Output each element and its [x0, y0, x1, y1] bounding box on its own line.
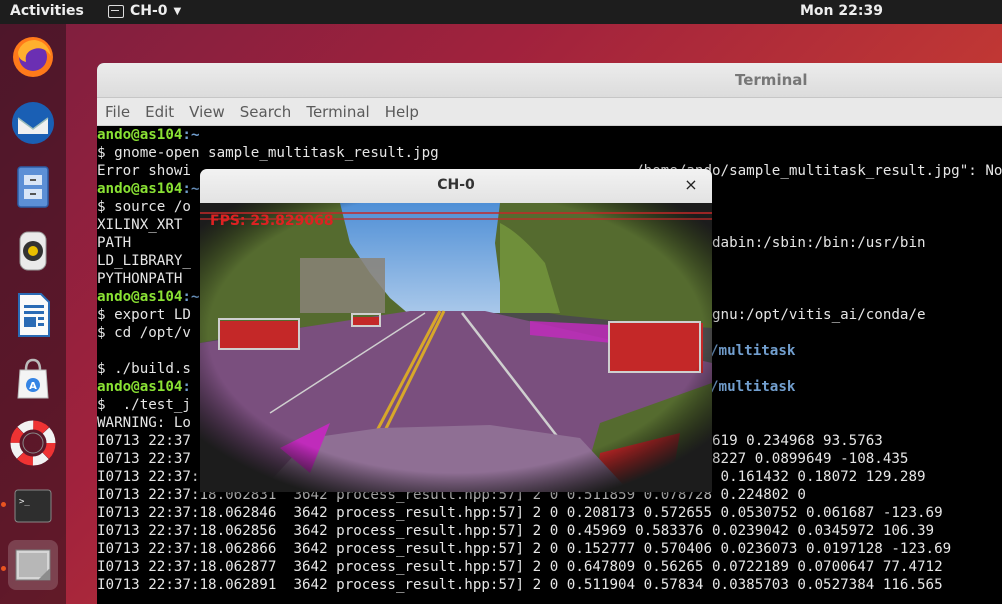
terminal-line: I0713 22:37:18.062877 3642 process_resul…	[97, 558, 1002, 576]
image-viewer-icon[interactable]	[8, 540, 58, 590]
terminal-menubar: File Edit View Search Terminal Help	[97, 98, 1002, 126]
prompt-user-host: ando@as104	[97, 289, 183, 305]
close-icon[interactable]: ×	[682, 175, 700, 195]
line-text: I0713 22:37:18.062856 3642 process_resul…	[97, 523, 935, 539]
fps-label: FPS: 23.829068	[210, 213, 334, 229]
terminal-line: ando@as104:~	[97, 126, 1002, 144]
terminal-icon[interactable]: >_	[8, 482, 58, 532]
terminal-line: I0713 22:37:18.062846 3642 process_resul…	[97, 504, 1002, 522]
prompt-path: :~	[182, 289, 200, 305]
line-text: $ source /o	[97, 199, 191, 215]
menu-help[interactable]: Help	[385, 103, 419, 121]
prompt-user-host: ando@as104	[97, 181, 183, 197]
svg-text:>_: >_	[19, 497, 30, 507]
chevron-down-icon: ▼	[173, 5, 182, 17]
terminal-line: I0713 22:37:18.062856 3642 process_resul…	[97, 522, 1002, 540]
svg-text:A: A	[29, 381, 37, 392]
app-menu[interactable]: CH-0 ▼	[108, 3, 181, 19]
firefox-icon[interactable]	[8, 32, 58, 82]
menu-view[interactable]: View	[189, 103, 225, 121]
prompt-path: /multitask	[710, 379, 796, 395]
terminal-app-icon	[108, 4, 124, 18]
line-text: WARNING: Lo	[97, 415, 191, 431]
libreoffice-writer-icon[interactable]	[8, 290, 58, 340]
line-text: XILINX_XRT	[97, 217, 183, 233]
menu-terminal[interactable]: Terminal	[306, 103, 369, 121]
activities-button[interactable]: Activities	[10, 3, 84, 19]
top-bar: Activities CH-0 ▼ Mon 22:39	[0, 0, 1002, 24]
line-text: $ ./test_j	[97, 397, 191, 413]
line-text: LD_LIBRARY_	[97, 253, 191, 269]
line-text: PYTHONPATH	[97, 271, 183, 287]
terminal-line: I0713 22:37:18.062866 3642 process_resul…	[97, 540, 1002, 558]
prompt-path: :~	[182, 181, 200, 197]
line-text: $ gnome-open sample_multitask_result.jpg	[97, 145, 439, 161]
prompt-path: :~	[182, 127, 200, 143]
software-center-icon[interactable]: A	[8, 354, 58, 404]
ch0-titlebar[interactable]: CH-0 ×	[200, 169, 712, 203]
terminal-line: I0713 22:37:18.062891 3642 process_resul…	[97, 576, 1002, 594]
ch0-title: CH-0	[437, 177, 475, 193]
running-indicator	[1, 502, 6, 507]
prompt-path: /multitask	[710, 343, 796, 359]
ch0-window[interactable]: CH-0 × FPS: 23.829068	[200, 169, 712, 492]
clock[interactable]: Mon 22:39	[800, 3, 883, 19]
rhythmbox-icon[interactable]	[8, 226, 58, 276]
terminal-line: $ gnome-open sample_multitask_result.jpg	[97, 144, 1002, 162]
files-icon[interactable]	[8, 162, 58, 212]
terminal-titlebar[interactable]: Terminal	[97, 63, 1002, 98]
dock: A >_	[0, 24, 66, 604]
help-icon[interactable]	[8, 418, 58, 468]
line-text: I0713 22:37:18.062891 3642 process_resul…	[97, 577, 943, 593]
prompt-user-host: ando@as104	[97, 379, 183, 395]
thunderbird-icon[interactable]	[8, 98, 58, 148]
line-text: $ ./build.s	[97, 361, 191, 377]
line-text: I0713 22:37:18.062877 3642 process_resul…	[97, 559, 943, 575]
line-text: I0713 22:37:18.062846 3642 process_resul…	[97, 505, 943, 521]
menu-search[interactable]: Search	[240, 103, 292, 121]
terminal-title: Terminal	[735, 71, 808, 89]
prompt-user-host: ando@as104	[97, 127, 183, 143]
segmentation-image: FPS: 23.829068	[200, 203, 712, 492]
line-text: I0713 22:37:18.062866 3642 process_resul…	[97, 541, 952, 557]
prompt-path: :	[182, 379, 191, 395]
menu-edit[interactable]: Edit	[145, 103, 174, 121]
menu-file[interactable]: File	[105, 103, 130, 121]
app-menu-label: CH-0	[130, 3, 168, 19]
running-indicator	[1, 566, 6, 571]
